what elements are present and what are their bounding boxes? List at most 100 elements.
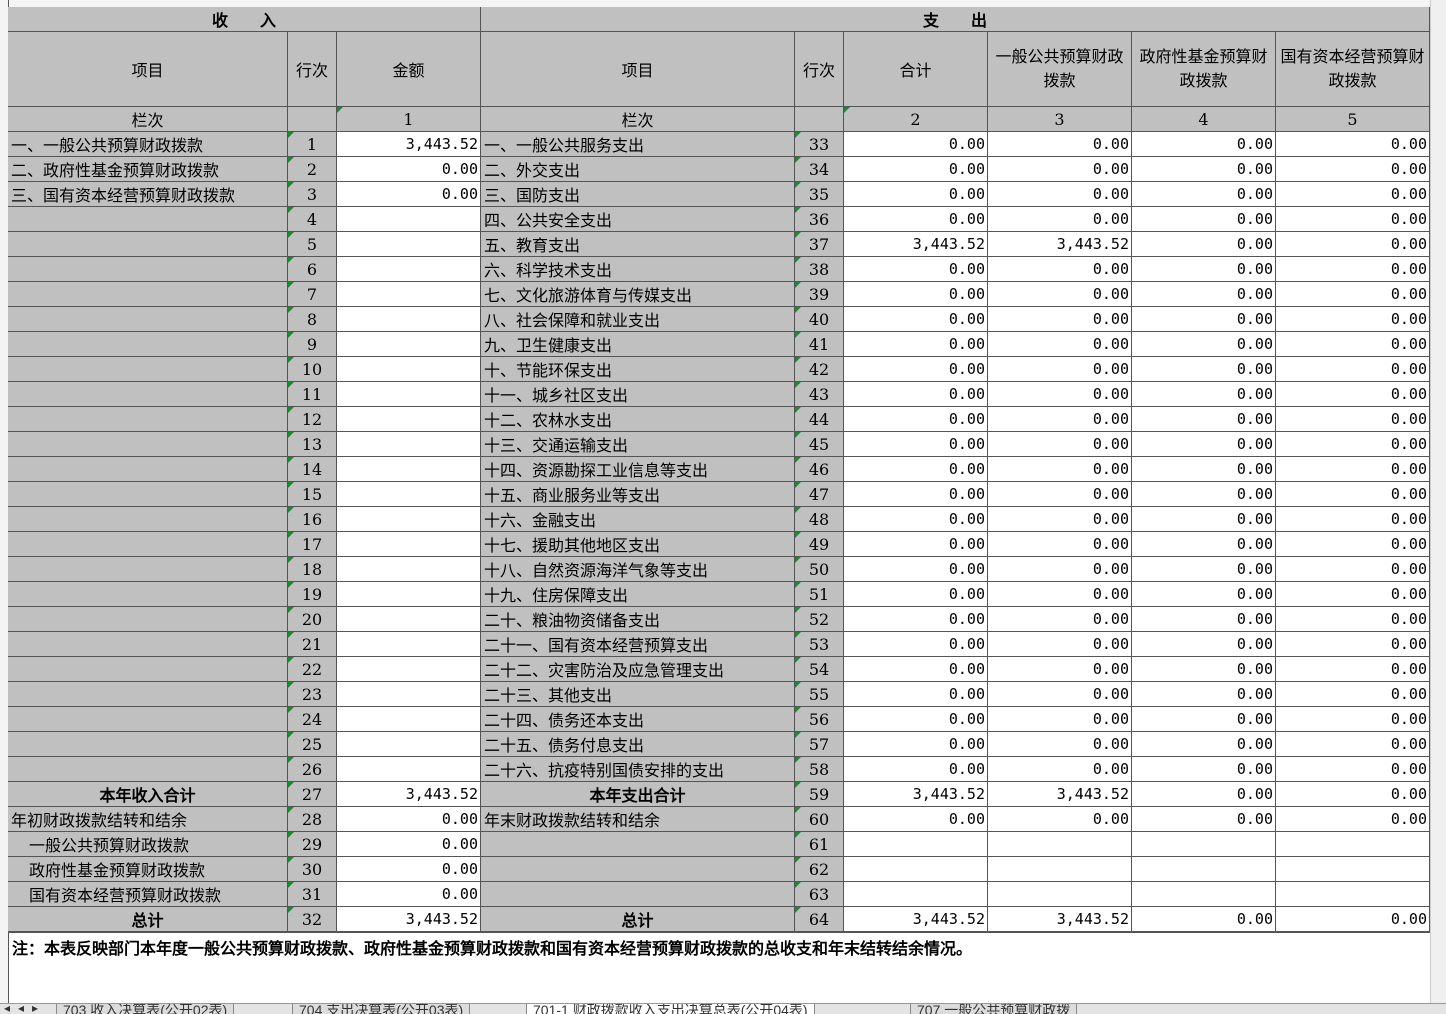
income-item-label[interactable] xyxy=(8,507,288,532)
income-amount-cell[interactable] xyxy=(337,482,481,507)
expense-item-label[interactable]: 二十二、灾害防治及应急管理支出 xyxy=(481,657,795,682)
income-line-number[interactable]: 30 xyxy=(288,857,337,882)
income-line-number[interactable]: 20 xyxy=(288,607,337,632)
expense-item-label[interactable]: 二、外交支出 xyxy=(481,157,795,182)
expense-line-number[interactable]: 36 xyxy=(795,207,844,232)
income-amount-cell[interactable] xyxy=(337,507,481,532)
general-budget-cell[interactable]: 0.00 xyxy=(988,157,1132,182)
income-line-number[interactable]: 25 xyxy=(288,732,337,757)
general-budget-cell[interactable]: 0.00 xyxy=(988,307,1132,332)
general-budget-cell[interactable]: 0.00 xyxy=(988,282,1132,307)
income-line-number[interactable]: 12 xyxy=(288,407,337,432)
gov-fund-budget-cell[interactable]: 0.00 xyxy=(1132,907,1276,932)
expense-total-cell[interactable]: 0.00 xyxy=(844,507,988,532)
col-header-expense-item[interactable]: 项目 xyxy=(481,32,795,107)
state-capital-budget-cell[interactable]: 0.00 xyxy=(1276,607,1430,632)
general-budget-cell[interactable] xyxy=(988,832,1132,857)
expense-total-cell[interactable] xyxy=(844,857,988,882)
expense-item-label[interactable]: 六、科学技术支出 xyxy=(481,257,795,282)
income-item-label[interactable] xyxy=(8,457,288,482)
general-budget-cell[interactable]: 0.00 xyxy=(988,507,1132,532)
income-amount-cell[interactable] xyxy=(337,407,481,432)
income-item-label[interactable] xyxy=(8,582,288,607)
expense-item-label[interactable]: 二十、粮油物资储备支出 xyxy=(481,607,795,632)
gov-fund-budget-cell[interactable]: 0.00 xyxy=(1132,157,1276,182)
income-line-number[interactable]: 28 xyxy=(288,807,337,832)
expense-line-number[interactable]: 55 xyxy=(795,682,844,707)
income-amount-cell[interactable] xyxy=(337,757,481,782)
col-header-expense-line[interactable]: 行次 xyxy=(795,32,844,107)
gov-fund-budget-cell[interactable] xyxy=(1132,857,1276,882)
state-capital-budget-cell[interactable]: 0.00 xyxy=(1276,357,1430,382)
column-index-cell[interactable] xyxy=(795,107,844,132)
general-budget-cell[interactable]: 0.00 xyxy=(988,657,1132,682)
expense-total-cell[interactable]: 0.00 xyxy=(844,407,988,432)
general-budget-cell[interactable]: 0.00 xyxy=(988,407,1132,432)
state-capital-budget-cell[interactable]: 0.00 xyxy=(1276,907,1430,932)
income-item-label[interactable] xyxy=(8,432,288,457)
expense-total-cell[interactable]: 0.00 xyxy=(844,332,988,357)
expense-item-label[interactable]: 二十四、债务还本支出 xyxy=(481,707,795,732)
expense-total-cell[interactable]: 0.00 xyxy=(844,482,988,507)
income-item-label[interactable] xyxy=(8,282,288,307)
income-amount-cell[interactable]: 3,443.52 xyxy=(337,132,481,157)
income-amount-cell[interactable] xyxy=(337,657,481,682)
gov-fund-budget-cell[interactable]: 0.00 xyxy=(1132,282,1276,307)
income-amount-cell[interactable] xyxy=(337,682,481,707)
col-header-expense-total[interactable]: 合计 xyxy=(844,32,988,107)
general-budget-cell[interactable]: 0.00 xyxy=(988,382,1132,407)
general-budget-cell[interactable]: 0.00 xyxy=(988,357,1132,382)
sheet-tab[interactable]: 704 支出决算表(公开03表) xyxy=(292,1004,471,1014)
column-index-label[interactable]: 栏次 xyxy=(481,107,795,132)
state-capital-budget-cell[interactable]: 0.00 xyxy=(1276,257,1430,282)
income-line-number[interactable]: 11 xyxy=(288,382,337,407)
expense-line-number[interactable]: 53 xyxy=(795,632,844,657)
gov-fund-budget-cell[interactable]: 0.00 xyxy=(1132,182,1276,207)
general-budget-cell[interactable]: 0.00 xyxy=(988,257,1132,282)
income-amount-cell[interactable] xyxy=(337,607,481,632)
state-capital-budget-cell[interactable]: 0.00 xyxy=(1276,782,1430,807)
expense-total-cell[interactable] xyxy=(844,882,988,907)
col-header-state-capital-budget[interactable]: 国有资本经营预算财政拨款 xyxy=(1276,32,1430,107)
expense-line-number[interactable]: 44 xyxy=(795,407,844,432)
income-item-label[interactable] xyxy=(8,557,288,582)
gov-fund-budget-cell[interactable]: 0.00 xyxy=(1132,532,1276,557)
expense-line-number[interactable]: 49 xyxy=(795,532,844,557)
state-capital-budget-cell[interactable]: 0.00 xyxy=(1276,532,1430,557)
gov-fund-budget-cell[interactable]: 0.00 xyxy=(1132,657,1276,682)
expense-line-number[interactable]: 46 xyxy=(795,457,844,482)
expense-total-cell[interactable]: 0.00 xyxy=(844,657,988,682)
income-item-label[interactable]: 年初财政拨款结转和结余 xyxy=(8,807,288,832)
income-amount-cell[interactable] xyxy=(337,207,481,232)
expense-line-number[interactable]: 41 xyxy=(795,332,844,357)
expense-item-label[interactable]: 二十一、国有资本经营预算支出 xyxy=(481,632,795,657)
sheet-tab-active[interactable]: 701-1 财政拨款收入支出决算总表(公开04表) xyxy=(526,1004,815,1014)
income-amount-cell[interactable] xyxy=(337,282,481,307)
expense-item-label[interactable]: 十二、农林水支出 xyxy=(481,407,795,432)
expense-line-number[interactable]: 42 xyxy=(795,357,844,382)
general-budget-cell[interactable]: 0.00 xyxy=(988,557,1132,582)
expense-total-cell[interactable]: 0.00 xyxy=(844,632,988,657)
expense-line-number[interactable]: 54 xyxy=(795,657,844,682)
income-item-label[interactable] xyxy=(8,532,288,557)
income-item-label[interactable]: 国有资本经营预算财政拨款 xyxy=(8,882,288,907)
expense-total-cell[interactable]: 0.00 xyxy=(844,357,988,382)
expense-total-cell[interactable]: 0.00 xyxy=(844,432,988,457)
state-capital-budget-cell[interactable]: 0.00 xyxy=(1276,407,1430,432)
gov-fund-budget-cell[interactable]: 0.00 xyxy=(1132,682,1276,707)
income-line-number[interactable]: 23 xyxy=(288,682,337,707)
income-line-number[interactable]: 21 xyxy=(288,632,337,657)
column-index-cell[interactable]: 5 xyxy=(1276,107,1430,132)
state-capital-budget-cell[interactable]: 0.00 xyxy=(1276,157,1430,182)
expense-line-number[interactable]: 47 xyxy=(795,482,844,507)
general-budget-cell[interactable]: 0.00 xyxy=(988,682,1132,707)
income-amount-cell[interactable]: 0.00 xyxy=(337,882,481,907)
expense-item-label[interactable] xyxy=(481,832,795,857)
income-item-label[interactable]: 一、一般公共预算财政拨款 xyxy=(8,132,288,157)
expense-line-number[interactable]: 58 xyxy=(795,757,844,782)
gov-fund-budget-cell[interactable]: 0.00 xyxy=(1132,782,1276,807)
gov-fund-budget-cell[interactable]: 0.00 xyxy=(1132,382,1276,407)
expense-item-label[interactable]: 十六、金融支出 xyxy=(481,507,795,532)
expense-total-cell[interactable]: 0.00 xyxy=(844,707,988,732)
state-capital-budget-cell[interactable]: 0.00 xyxy=(1276,657,1430,682)
